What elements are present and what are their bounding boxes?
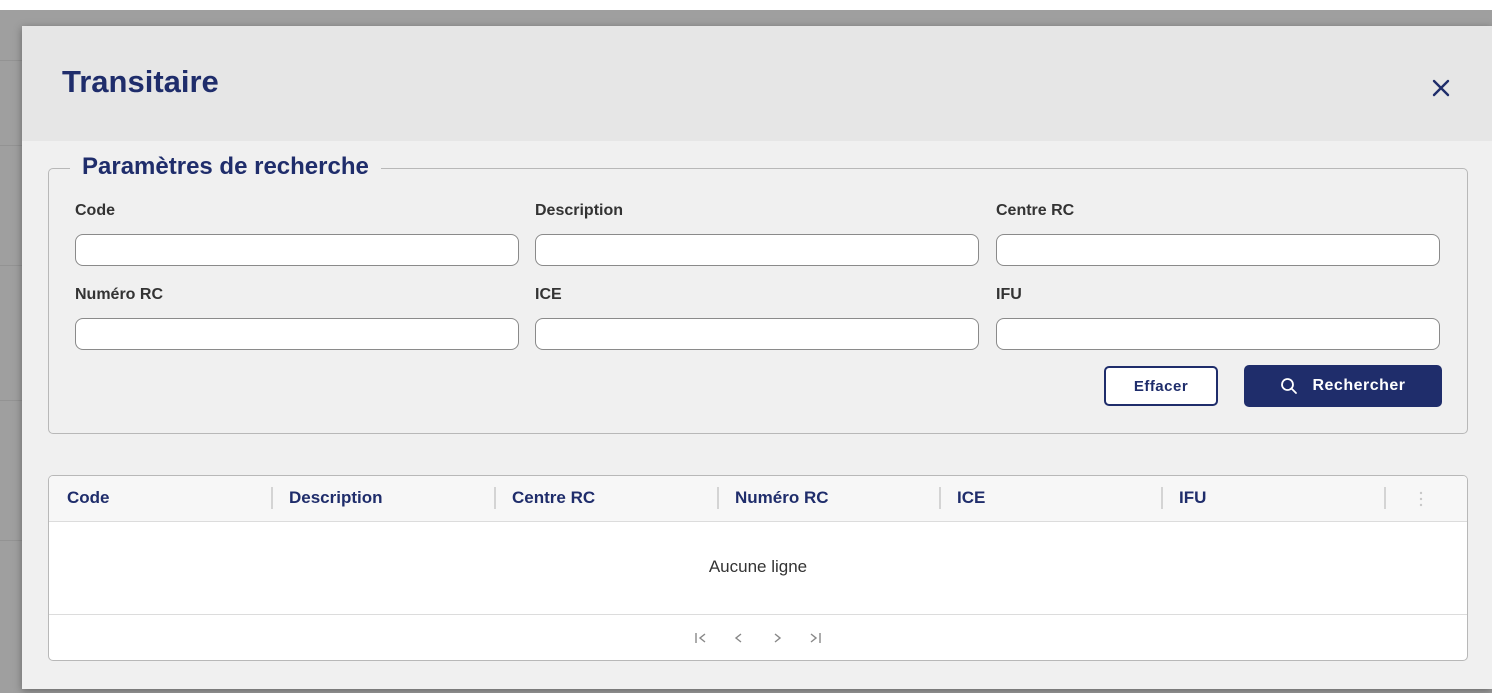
search-button[interactable]: Rechercher [1244, 365, 1442, 407]
clear-button[interactable]: Effacer [1104, 366, 1218, 406]
numero-rc-input[interactable] [75, 318, 519, 350]
dialog-header: Transitaire [22, 26, 1492, 141]
column-header-description[interactable]: Description [289, 488, 383, 508]
column-menu-icon[interactable] [1417, 489, 1425, 509]
empty-rows-message: Aucune ligne [708, 557, 808, 576]
column-resize-handle[interactable] [1161, 487, 1163, 509]
prev-page-icon [734, 633, 742, 643]
column-resize-handle[interactable] [1384, 487, 1386, 509]
close-button[interactable] [1421, 70, 1461, 106]
column-header-code[interactable]: Code [67, 488, 110, 508]
next-page-icon [774, 633, 782, 643]
description-label: Description [535, 202, 624, 219]
ifu-label: IFU [996, 286, 1022, 303]
search-icon [1281, 378, 1298, 394]
ice-input[interactable] [535, 318, 979, 350]
last-page-button[interactable] [807, 630, 823, 646]
column-header-ifu[interactable]: IFU [1179, 488, 1206, 508]
next-page-button[interactable] [769, 630, 785, 646]
description-input[interactable] [535, 234, 979, 266]
close-icon [1432, 79, 1450, 97]
numero-rc-label: Numéro RC [75, 286, 164, 303]
column-header-numero-rc[interactable]: Numéro RC [735, 488, 829, 508]
pagination [49, 614, 1467, 660]
clear-button-label: Effacer [1133, 377, 1189, 395]
column-header-ice[interactable]: ICE [957, 488, 985, 508]
ifu-input[interactable] [996, 318, 1440, 350]
code-input[interactable] [75, 234, 519, 266]
grid-header: Code Description Centre RC Numéro RC ICE… [49, 476, 1467, 522]
search-button-label: Rechercher [1312, 377, 1406, 394]
first-page-button[interactable] [693, 630, 709, 646]
previous-page-button[interactable] [731, 630, 747, 646]
transitaire-dialog: Transitaire Paramètres de recherche Code… [22, 26, 1492, 689]
last-page-icon [810, 633, 821, 643]
column-resize-handle[interactable] [494, 487, 496, 509]
column-resize-handle[interactable] [939, 487, 941, 509]
dialog-title: Transitaire [62, 64, 219, 99]
ice-label: ICE [535, 286, 562, 303]
centre-rc-label: Centre RC [996, 202, 1075, 219]
column-resize-handle[interactable] [271, 487, 273, 509]
first-page-icon [695, 633, 706, 643]
column-resize-handle[interactable] [717, 487, 719, 509]
search-parameters-legend: Paramètres de recherche [70, 153, 381, 181]
results-grid: Code Description Centre RC Numéro RC ICE… [48, 475, 1468, 661]
centre-rc-input[interactable] [996, 234, 1440, 266]
code-label: Code [75, 202, 115, 219]
column-header-centre-rc[interactable]: Centre RC [512, 488, 595, 508]
